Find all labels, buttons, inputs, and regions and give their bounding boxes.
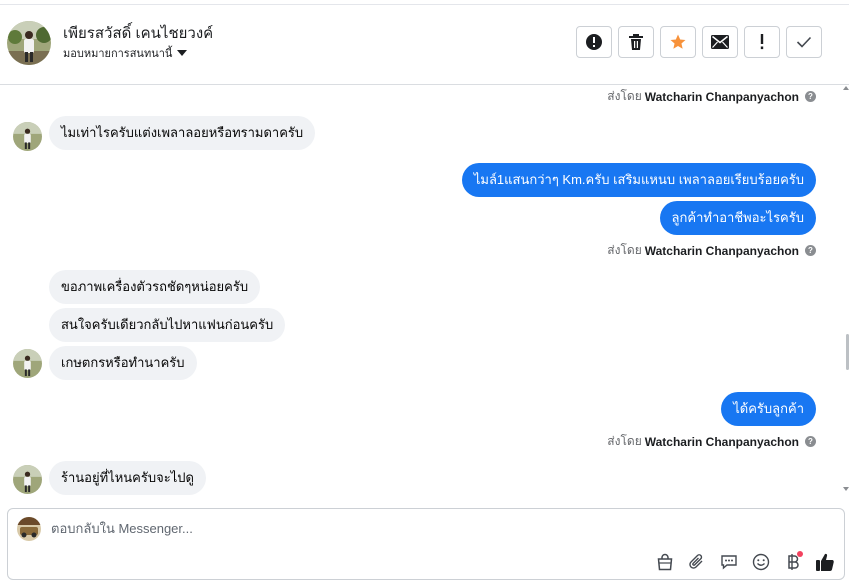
scroll-down-arrow[interactable] — [843, 487, 849, 491]
assign-conversation-dropdown[interactable]: มอบหมายการสนทนานี้ — [63, 44, 188, 62]
sender-name[interactable]: Watcharin Chanpanyachon — [645, 244, 799, 258]
exclamation-icon — [760, 34, 764, 50]
delete-button[interactable] — [618, 26, 654, 58]
composer-tools — [654, 551, 836, 573]
like-button[interactable] — [814, 551, 836, 573]
incoming-message[interactable]: เกษตกรหรือทำนาครับ — [49, 346, 197, 380]
follow-up-button[interactable] — [744, 26, 780, 58]
outgoing-message[interactable]: ไมล์1แสนกว่าๆ Km.ครับ เสริมแหนบ เพลาลอยเ… — [461, 163, 816, 197]
chat-bubble-icon — [721, 555, 737, 570]
thumbs-up-icon — [816, 553, 834, 571]
help-icon[interactable]: ? — [805, 245, 816, 256]
assign-label: มอบหมายการสนทนานี้ — [63, 48, 173, 60]
reply-composer — [7, 508, 845, 580]
outgoing-message[interactable]: ลูกค้าทำอาชีพอะไรครับ — [659, 201, 816, 235]
scroll-up-arrow[interactable] — [843, 86, 849, 90]
smiley-icon — [752, 553, 770, 571]
incoming-message[interactable]: ขอภาพเครื่องตัวรถชัดๆหน่อยครับ — [49, 270, 261, 304]
alert-circle-icon — [586, 34, 602, 50]
checkmark-icon — [796, 36, 812, 48]
contact-name[interactable]: เพียรสวัสดิ์ เคนไชยวงค์ — [63, 21, 213, 45]
paperclip-icon — [689, 554, 703, 569]
notification-dot — [797, 551, 803, 557]
trash-icon — [629, 34, 643, 50]
incoming-message[interactable]: ร้านอยู่ที่ไหนครับจะไปดู — [49, 461, 206, 495]
contact-avatar-small[interactable] — [13, 122, 42, 151]
page-avatar — [17, 517, 41, 541]
help-icon[interactable]: ? — [805, 436, 816, 447]
mark-unread-button[interactable] — [702, 26, 738, 58]
sent-by-prefix: ส่งโดย — [607, 243, 642, 257]
message-thread[interactable]: ส่งโดย Watcharin Chanpanyachon ? ไมเท่าไ… — [0, 85, 849, 495]
done-button[interactable] — [786, 26, 822, 58]
contact-avatar-small[interactable] — [13, 465, 42, 494]
incoming-message[interactable]: สนใจครับเดียวกลับไปหาแฟนก่อนครับ — [49, 308, 286, 342]
emoji-button[interactable] — [750, 551, 772, 573]
sent-by-label: ส่งโดย Watcharin Chanpanyachon ? — [607, 241, 816, 260]
incoming-message[interactable]: ไมเท่าไรครับแต่งเพลาลอยหรือทรามดาครับ — [49, 116, 316, 150]
contact-avatar[interactable] — [7, 21, 51, 65]
star-button[interactable] — [660, 26, 696, 58]
top-divider — [0, 4, 849, 5]
conversation-actions — [576, 26, 822, 58]
attach-button[interactable] — [686, 551, 708, 573]
saved-replies-button[interactable] — [718, 551, 740, 573]
sent-by-label: ส่งโดย Watcharin Chanpanyachon ? — [607, 432, 816, 451]
sent-by-prefix: ส่งโดย — [607, 434, 642, 448]
sender-name[interactable]: Watcharin Chanpanyachon — [645, 435, 799, 449]
star-icon — [670, 34, 686, 49]
spam-button[interactable] — [576, 26, 612, 58]
payment-button[interactable] — [782, 551, 804, 573]
help-icon[interactable]: ? — [805, 91, 816, 102]
shop-button[interactable] — [654, 551, 676, 573]
sent-by-label: ส่งโดย Watcharin Chanpanyachon ? — [607, 87, 816, 106]
outgoing-message[interactable]: ได้ครับลูกค้า — [721, 392, 816, 426]
reply-input[interactable] — [51, 521, 751, 536]
conversation-header: เพียรสวัสดิ์ เคนไชยวงค์ มอบหมายการสนทนาน… — [0, 0, 849, 85]
caret-down-icon — [177, 50, 188, 56]
sent-by-prefix: ส่งโดย — [607, 89, 642, 103]
shopping-bag-icon — [657, 553, 673, 571]
sender-name[interactable]: Watcharin Chanpanyachon — [645, 90, 799, 104]
envelope-icon — [711, 35, 729, 49]
contact-avatar-small[interactable] — [13, 349, 42, 378]
